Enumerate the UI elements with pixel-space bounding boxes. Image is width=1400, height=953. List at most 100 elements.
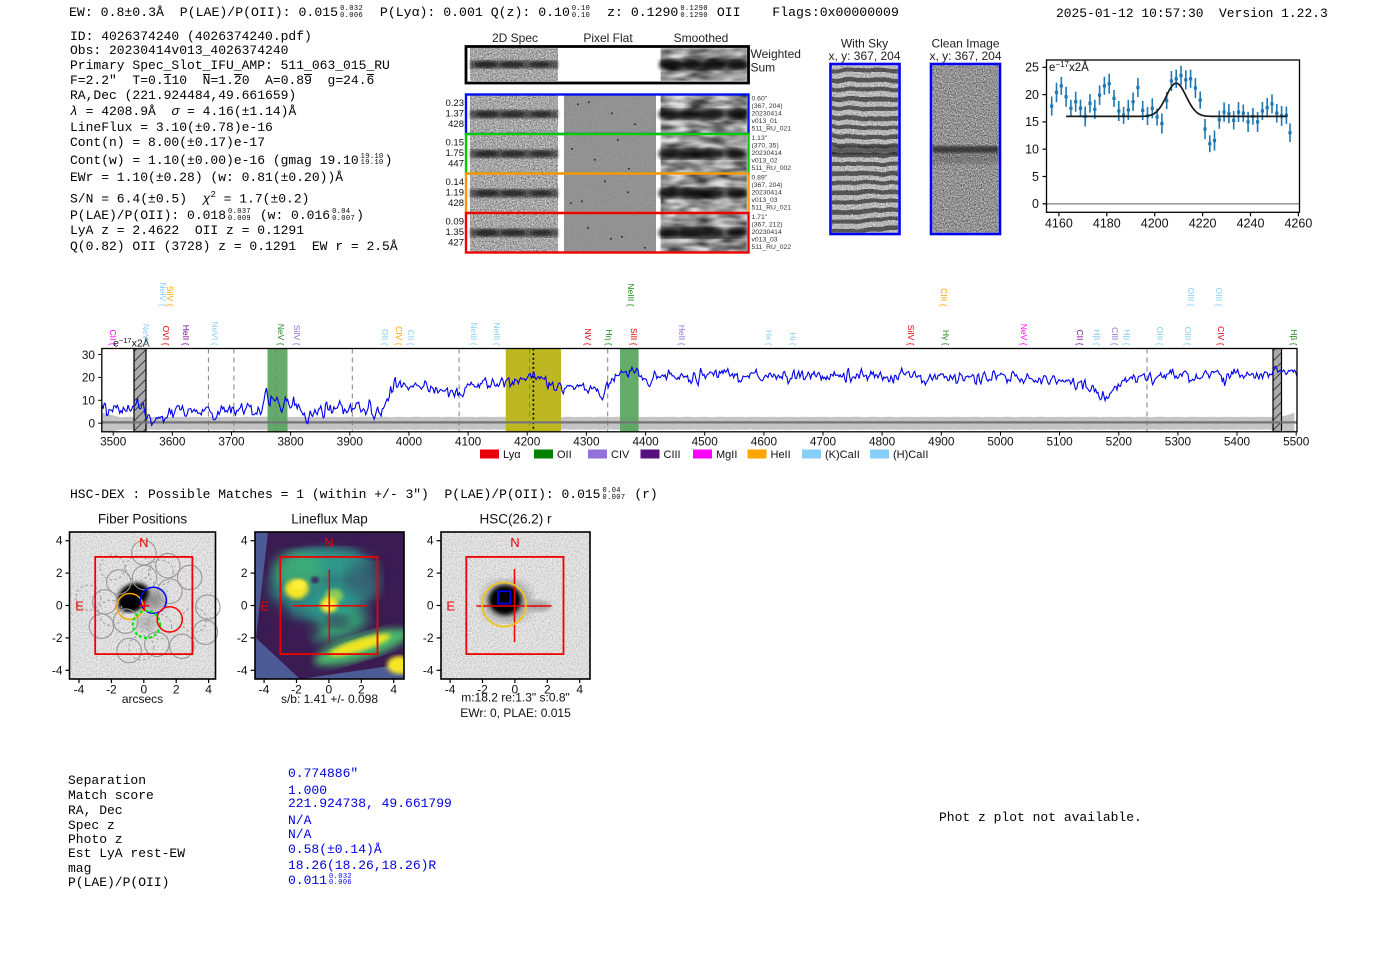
svg-text:3900: 3900 <box>337 435 364 449</box>
svg-text:0: 0 <box>88 417 95 431</box>
svg-text:20: 20 <box>1025 88 1039 102</box>
svg-text:(367, 204): (367, 204) <box>752 182 783 189</box>
svg-text:N: N <box>139 535 148 550</box>
svg-text:(370, 35): (370, 35) <box>752 142 779 149</box>
svg-text:511_RU_022: 511_RU_022 <box>752 244 792 251</box>
svg-text:Fiber Positions: Fiber Positions <box>98 512 188 527</box>
svg-text:OIII {: OIII { <box>1214 288 1224 307</box>
svg-text:10: 10 <box>1025 143 1039 157</box>
svg-text:4300: 4300 <box>573 435 600 449</box>
svg-text:2: 2 <box>173 683 180 697</box>
svg-text:1.35: 1.35 <box>446 227 465 238</box>
svg-text:5500: 5500 <box>1283 435 1310 449</box>
svg-text:m:18.2 re:1.3" s:0.8": m:18.2 re:1.3" s:0.8" <box>461 691 570 705</box>
svg-text:4: 4 <box>56 534 63 548</box>
svg-text:HeII {: HeII { <box>181 325 191 346</box>
svg-text:NeVI {: NeVI { <box>210 321 220 345</box>
svg-text:v013_01: v013_01 <box>752 118 778 125</box>
svg-text:427: 427 <box>448 238 464 249</box>
svg-text:20230414: 20230414 <box>752 229 782 236</box>
svg-text:Smoothed: Smoothed <box>674 31 729 45</box>
svg-text:(367, 212): (367, 212) <box>752 221 783 228</box>
svg-text:-4: -4 <box>445 683 456 697</box>
svg-text:4100: 4100 <box>455 435 482 449</box>
svg-text:-4: -4 <box>237 663 248 677</box>
svg-text:HSC(26.2) r: HSC(26.2) r <box>479 512 552 527</box>
svg-text:NeIII {: NeIII { <box>492 322 502 345</box>
svg-text:E: E <box>75 599 84 614</box>
svg-text:1.37: 1.37 <box>446 109 465 120</box>
svg-text:-4: -4 <box>259 683 270 697</box>
svg-text:511_RU_021: 511_RU_021 <box>752 125 792 132</box>
svg-text:20230414: 20230414 <box>752 189 782 196</box>
svg-text:428: 428 <box>448 119 464 130</box>
svg-text:NeIII {: NeIII { <box>469 322 479 345</box>
svg-text:4: 4 <box>576 683 583 697</box>
svg-text:(367, 204): (367, 204) <box>752 103 783 110</box>
svg-text:30: 30 <box>82 348 96 362</box>
svg-text:1.13": 1.13" <box>752 135 768 142</box>
svg-text:(K)CaII: (K)CaII <box>825 449 860 461</box>
svg-text:OII: OII <box>557 449 572 461</box>
svg-text:4700: 4700 <box>810 435 837 449</box>
svg-text:Hβ {: Hβ { <box>1092 329 1102 345</box>
svg-text:CII {: CII { <box>108 329 118 345</box>
svg-text:Pixel Flat: Pixel Flat <box>583 31 633 45</box>
svg-text:NeV {: NeV { <box>141 324 151 346</box>
svg-text:E: E <box>446 599 455 614</box>
svg-text:CII {: CII { <box>1075 329 1085 345</box>
svg-text:4200: 4200 <box>1141 217 1169 231</box>
svg-text:5: 5 <box>1032 170 1039 184</box>
svg-text:arcsecs: arcsecs <box>122 692 163 706</box>
svg-text:NeV {: NeV { <box>276 324 286 346</box>
svg-text:5300: 5300 <box>1165 435 1192 449</box>
svg-text:EWr: 0, PLAE: 0.015: EWr: 0, PLAE: 0.015 <box>460 706 571 720</box>
svg-text:CIII {: CIII { <box>1110 327 1120 346</box>
svg-text:OIII {: OIII { <box>1186 288 1196 307</box>
svg-text:x, y: 367, 204: x, y: 367, 204 <box>828 49 900 63</box>
svg-text:0.09: 0.09 <box>446 217 465 228</box>
svg-text:s/b: 1.41 +/- 0.098: s/b: 1.41 +/- 0.098 <box>281 692 378 706</box>
svg-text:428: 428 <box>448 198 464 209</box>
svg-text:Lyα: Lyα <box>503 449 521 461</box>
svg-text:NeV {: NeV { <box>1019 324 1029 346</box>
svg-text:CIII {: CIII { <box>939 288 949 307</box>
svg-text:HeII: HeII <box>771 449 791 461</box>
svg-text:Weighted: Weighted <box>751 47 801 61</box>
svg-text:2: 2 <box>427 566 434 580</box>
svg-text:447: 447 <box>448 159 464 170</box>
svg-text:(H)CaII: (H)CaII <box>893 449 928 461</box>
svg-text:15: 15 <box>1025 115 1039 129</box>
svg-text:3700: 3700 <box>218 435 245 449</box>
svg-text:-2: -2 <box>237 631 248 645</box>
svg-text:2D Spec: 2D Spec <box>492 31 538 45</box>
svg-text:4: 4 <box>205 683 212 697</box>
svg-text:4600: 4600 <box>751 435 778 449</box>
svg-text:3500: 3500 <box>100 435 127 449</box>
svg-text:0.89": 0.89" <box>752 174 768 181</box>
svg-text:-2: -2 <box>52 631 63 645</box>
svg-text:20: 20 <box>82 371 96 385</box>
svg-text:4260: 4260 <box>1284 217 1312 231</box>
svg-text:-4: -4 <box>423 663 434 677</box>
svg-text:4200: 4200 <box>514 435 541 449</box>
svg-text:SiII {: SiII { <box>629 328 639 346</box>
svg-text:5100: 5100 <box>1046 435 1073 449</box>
svg-text:OVI {: OVI { <box>161 326 171 346</box>
svg-text:Hι {: Hι { <box>788 332 798 345</box>
svg-text:SiIV {: SiIV { <box>292 325 302 346</box>
svg-text:0: 0 <box>427 599 434 613</box>
svg-text:0.15: 0.15 <box>446 138 465 149</box>
svg-text:E: E <box>260 599 269 614</box>
svg-text:4180: 4180 <box>1093 217 1121 231</box>
svg-text:4000: 4000 <box>396 435 423 449</box>
svg-text:4: 4 <box>390 683 397 697</box>
svg-text:-4: -4 <box>74 683 85 697</box>
svg-text:x, y: 367, 204: x, y: 367, 204 <box>929 49 1001 63</box>
svg-text:OIII {: OIII { <box>1183 327 1193 346</box>
svg-text:0.14: 0.14 <box>446 177 465 188</box>
svg-text:HeII {: HeII { <box>677 325 687 346</box>
svg-text:N: N <box>510 535 519 550</box>
svg-text:511_RU_002: 511_RU_002 <box>752 165 792 172</box>
svg-text:10: 10 <box>82 394 96 408</box>
